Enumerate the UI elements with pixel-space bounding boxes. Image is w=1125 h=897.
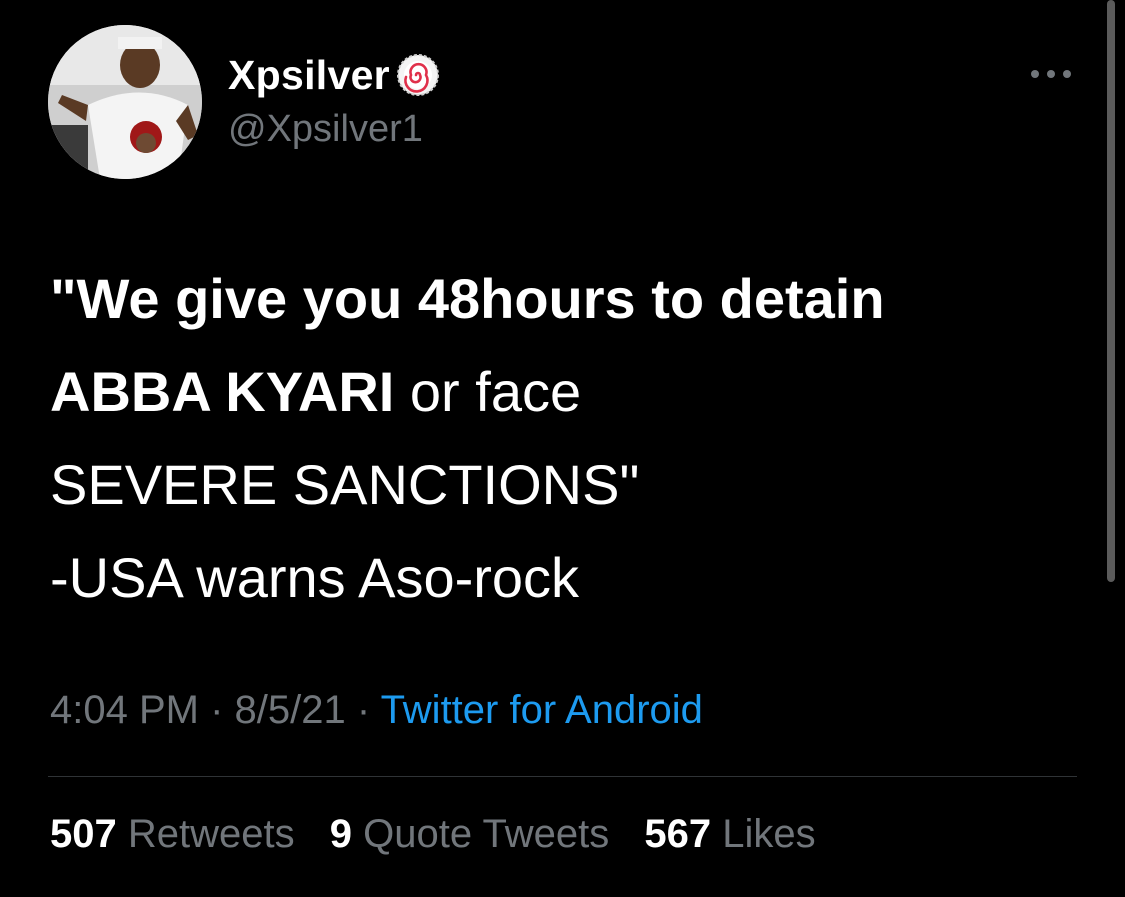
candy-swirl-icon bbox=[396, 53, 440, 97]
retweets-stat[interactable]: 507 Retweets bbox=[50, 812, 295, 857]
more-options-icon[interactable] bbox=[1027, 62, 1075, 86]
tweet-metadata: 4:04 PM · 8/5/21 · Twitter for Android bbox=[50, 688, 703, 733]
tweet-line-1: "We give you 48hours to detain bbox=[50, 267, 885, 330]
tweet-stats: 507 Retweets 9 Quote Tweets 567 Likes bbox=[50, 812, 840, 857]
quote-tweets-stat[interactable]: 9 Quote Tweets bbox=[330, 812, 609, 857]
tweet-source-link[interactable]: Twitter for Android bbox=[381, 688, 703, 732]
scrollbar[interactable] bbox=[1107, 0, 1115, 582]
tweet-text: "We give you 48hours to detain ABBA KYAR… bbox=[50, 252, 1090, 624]
author-handle[interactable]: @Xpsilver1 bbox=[228, 108, 423, 151]
tweet-line-4: -USA warns Aso-rock bbox=[50, 546, 580, 609]
meta-separator: · bbox=[198, 688, 235, 732]
likes-stat[interactable]: 567 Likes bbox=[644, 812, 815, 857]
quote-tweets-count: 9 bbox=[329, 812, 352, 856]
tweet-line-3: SEVERE SANCTIONS" bbox=[50, 453, 640, 516]
avatar-image bbox=[48, 25, 202, 179]
tweet-detail: Xpsilver @Xpsilver1 "We give you 48hours… bbox=[0, 0, 1125, 897]
display-name[interactable]: Xpsilver bbox=[228, 52, 390, 99]
tweet-date[interactable]: 8/5/21 bbox=[235, 688, 346, 732]
retweets-count: 507 bbox=[50, 812, 117, 856]
tweet-line-2-rest: or face bbox=[394, 360, 582, 423]
quote-tweets-label: Quote Tweets bbox=[363, 812, 610, 856]
author-name-row[interactable]: Xpsilver bbox=[228, 52, 440, 98]
tweet-line-2-bold: ABBA KYARI bbox=[50, 360, 395, 423]
likes-label: Likes bbox=[722, 812, 816, 856]
tweet-line-2: ABBA KYARI or face bbox=[50, 345, 1090, 438]
divider bbox=[48, 776, 1077, 777]
avatar[interactable] bbox=[48, 25, 202, 179]
likes-count: 567 bbox=[644, 812, 712, 856]
retweets-label: Retweets bbox=[127, 812, 295, 856]
tweet-time[interactable]: 4:04 PM bbox=[50, 688, 199, 732]
meta-separator: · bbox=[345, 688, 381, 732]
